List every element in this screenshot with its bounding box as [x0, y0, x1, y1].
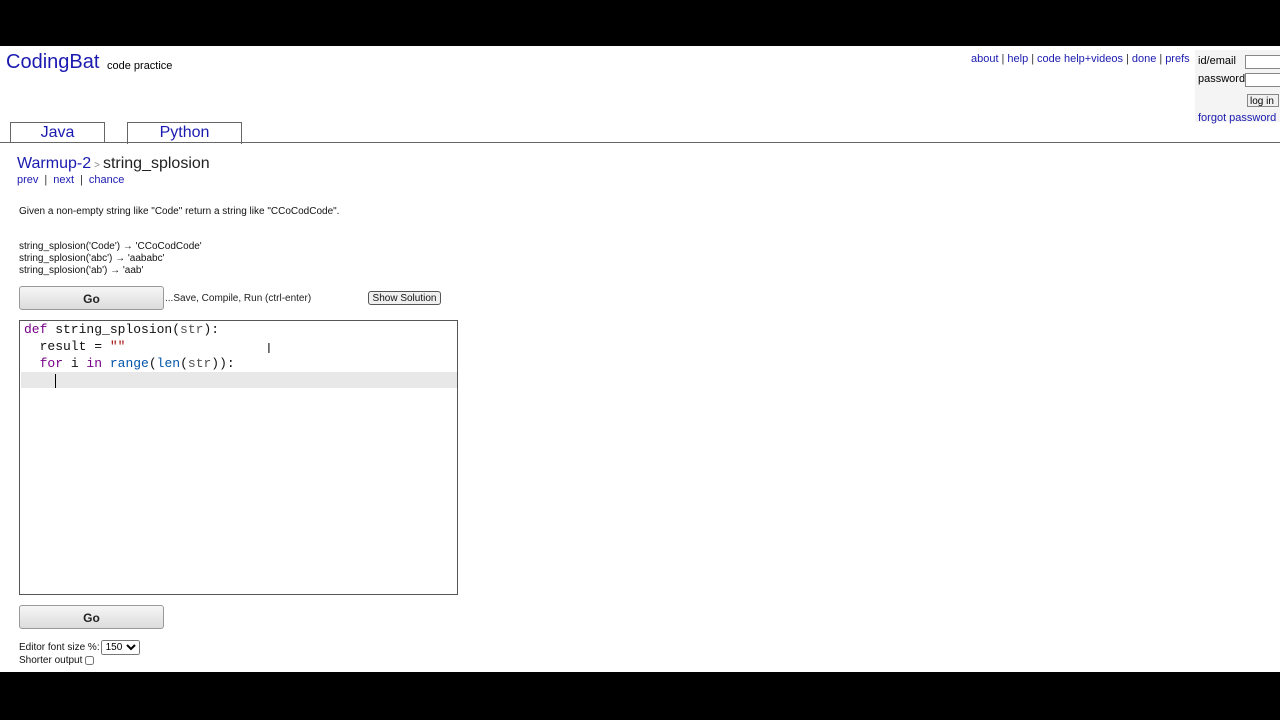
login-button[interactable]: log in	[1247, 94, 1279, 107]
id-email-label: id/email	[1198, 55, 1236, 67]
active-line-highlight	[21, 372, 457, 388]
logo-subtitle: code practice	[107, 60, 173, 72]
nav-separator: |	[1159, 53, 1163, 65]
code-editor[interactable]: def string_splosion(str): result = "" fo…	[19, 320, 458, 595]
forgot-password-link[interactable]: forgot password	[1198, 112, 1276, 124]
nav-separator: |	[1001, 53, 1005, 65]
examples: string_splosion('Code') → 'CCoCodCode' s…	[19, 241, 202, 277]
tab-java[interactable]: Java	[10, 122, 105, 143]
password-input[interactable]	[1245, 73, 1280, 87]
nav-separator: |	[1125, 53, 1129, 65]
code-line[interactable]: def string_splosion(str):	[24, 321, 219, 338]
breadcrumb: Warmup-2 > string_splosion	[17, 155, 210, 173]
go-button-bottom[interactable]: Go	[19, 605, 164, 629]
breadcrumb-separator: >	[94, 160, 100, 171]
run-hint: ...Save, Compile, Run (ctrl-enter)	[165, 293, 312, 304]
shorter-output-label: Shorter output	[19, 655, 83, 666]
tab-python[interactable]: Python	[127, 122, 242, 144]
code-line[interactable]	[24, 372, 55, 389]
nav-separator: |	[44, 174, 48, 186]
text-cursor	[55, 374, 56, 388]
go-button[interactable]: Go	[19, 286, 164, 310]
prev-link[interactable]: prev	[17, 174, 38, 186]
nav-help[interactable]: help	[1007, 53, 1028, 65]
show-solution-button[interactable]: Show Solution	[368, 291, 441, 305]
problem-nav: prev | next | chance	[17, 174, 124, 186]
login-panel: id/email password log in forgot password	[1195, 50, 1280, 124]
font-size-label: Editor font size %:	[19, 642, 100, 653]
nav-done[interactable]: done	[1132, 53, 1156, 65]
nav-code-help-videos[interactable]: code help+videos	[1037, 53, 1123, 65]
font-size-select[interactable]: 150	[100, 640, 140, 655]
code-line[interactable]: result = ""	[24, 338, 126, 355]
shorter-output-control: Shorter output	[19, 655, 95, 666]
code-line[interactable]: for i in range(len(str)):	[24, 355, 235, 372]
example-line: string_splosion('Code') → 'CCoCodCode'	[19, 241, 202, 252]
next-link[interactable]: next	[53, 174, 74, 186]
logo[interactable]: CodingBat	[6, 51, 99, 74]
page: CodingBat code practice about | help | code …	[0, 46, 1280, 672]
page-title: string_splosion	[102, 155, 210, 172]
font-size-control: Editor font size %: 150	[19, 640, 140, 655]
breadcrumb-parent[interactable]: Warmup-2	[17, 155, 91, 172]
id-email-input[interactable]	[1245, 55, 1280, 69]
example-line: string_splosion('abc') → 'aababc'	[19, 253, 165, 264]
nav-about[interactable]: about	[971, 53, 999, 65]
nav-prefs[interactable]: prefs	[1165, 53, 1189, 65]
tab-divider	[0, 142, 1280, 143]
shorter-output-checkbox[interactable]	[85, 655, 95, 665]
nav-separator: |	[80, 174, 83, 186]
password-label: password	[1198, 73, 1246, 85]
problem-description: Given a non-empty string like "Code" ret…	[19, 206, 340, 217]
example-line: string_splosion('ab') → 'aab'	[19, 265, 144, 276]
top-nav: about | help | code help+videos | done | prefs	[971, 53, 1190, 65]
chance-link[interactable]: chance	[89, 174, 124, 186]
mouse-ibeam-icon: I	[267, 342, 271, 357]
nav-separator: |	[1031, 53, 1035, 65]
